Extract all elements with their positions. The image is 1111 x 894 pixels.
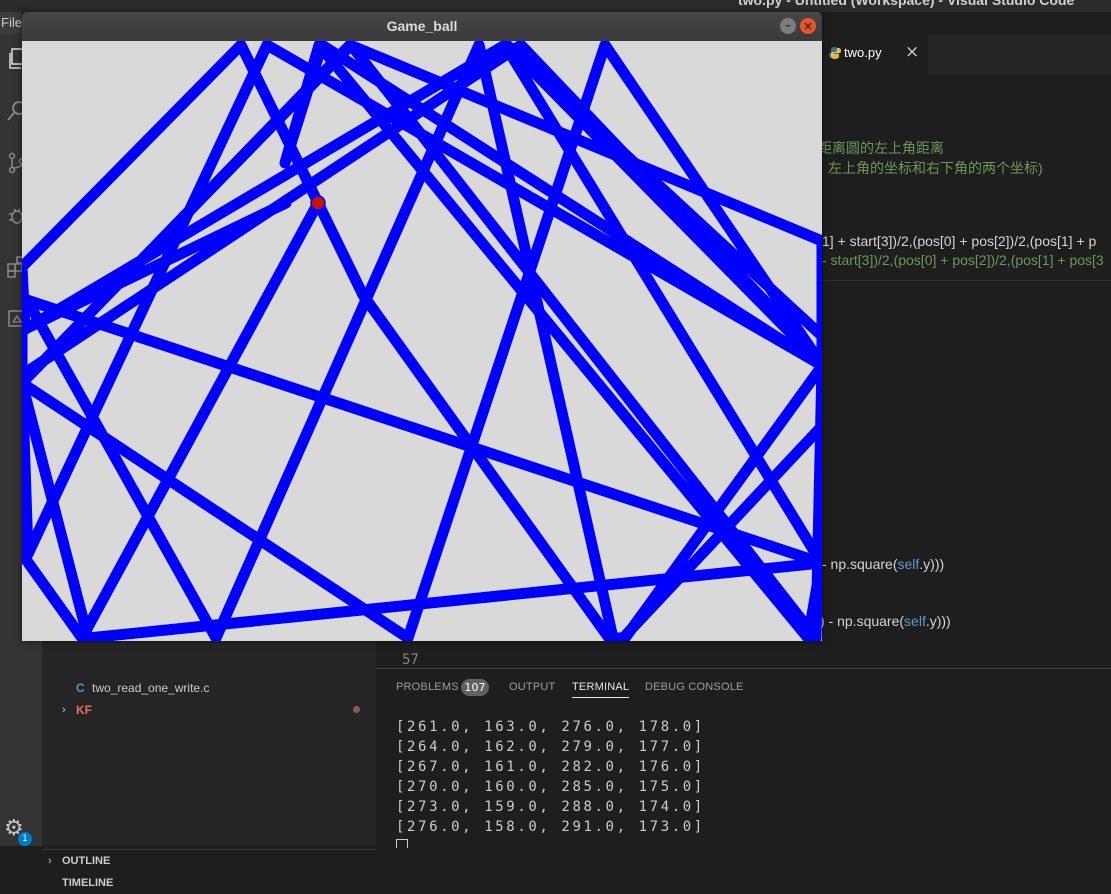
bottom-panel: PROBLEMS 107 OUTPUT TERMINAL DEBUG CONSO… — [376, 668, 1111, 848]
game-window-titlebar[interactable]: Game_ball – × — [22, 12, 822, 41]
code-comment-line-2: 左上角的坐标和右下角的两个坐标) — [828, 160, 1043, 176]
code-line-4: ) - np.square(self.y))) — [820, 613, 951, 629]
terminal-cursor — [396, 839, 408, 848]
chevron-right-icon: › — [48, 855, 52, 867]
outline-section-header[interactable]: › OUTLINE — [42, 849, 376, 872]
tab-close-icon[interactable]: × — [905, 42, 919, 62]
code-comment-line-1: 距离圆的左上角距离 — [818, 140, 944, 156]
terminal-line: [267.0, 161.0, 282.0, 176.0] — [396, 759, 705, 775]
code-line-2: - start[3])/2,(pos[0] + pos[2])/2,(pos[1… — [822, 252, 1104, 268]
code-text: .y))) — [925, 613, 951, 629]
terminal-line: [261.0, 163.0, 276.0, 178.0] — [396, 719, 705, 735]
menubar: File — [0, 12, 22, 34]
code-keyword: self — [897, 556, 920, 572]
settings-badge: 1 — [18, 832, 32, 846]
code-line-3: - np.square(self.y))) — [822, 556, 944, 572]
tab-output[interactable]: OUTPUT — [509, 681, 555, 693]
game-window: Game_ball – × — [22, 12, 822, 641]
file-item-label: two_read_one_write.c — [92, 681, 210, 695]
modified-dot-icon — [353, 706, 360, 713]
file-item-two-read-one-write[interactable]: C two_read_one_write.c — [42, 677, 376, 699]
problems-count-badge: 107 — [461, 679, 489, 696]
minimize-button[interactable]: – — [780, 18, 796, 34]
tab-debug-console[interactable]: DEBUG CONSOLE — [645, 681, 744, 693]
code-text: - np.square( — [822, 556, 898, 572]
folder-item-kf[interactable]: › KF — [42, 699, 376, 721]
code-text: ) - np.square( — [820, 613, 905, 629]
timeline-label: TIMELINE — [62, 877, 114, 889]
c-file-icon: C — [76, 681, 85, 695]
menu-file[interactable]: File — [1, 15, 22, 30]
vscode-titlebar: two.py - Untitled (Workspace) - Visual S… — [0, 0, 1111, 12]
chevron-right-icon: › — [62, 704, 66, 716]
ball-trail — [22, 41, 822, 641]
terminal-line: [264.0, 162.0, 279.0, 177.0] — [396, 739, 705, 755]
code-keyword: self — [904, 613, 926, 629]
close-button[interactable]: × — [800, 18, 816, 34]
tab-terminal[interactable]: TERMINAL — [572, 681, 630, 698]
editor-divider — [822, 280, 1111, 281]
panel-tabs: PROBLEMS 107 OUTPUT TERMINAL DEBUG CONSO… — [376, 669, 1111, 705]
folder-item-label: KF — [76, 703, 92, 717]
game-canvas[interactable] — [22, 41, 822, 641]
python-icon — [829, 47, 841, 59]
terminal-line: [276.0, 158.0, 291.0, 173.0] — [396, 819, 705, 835]
vscode-window-title: two.py - Untitled (Workspace) - Visual S… — [738, 0, 1075, 8]
tab-two-py[interactable]: two.py × — [822, 34, 928, 74]
code-line-1: 1] + start[3])/2,(pos[0] + pos[2])/2,(po… — [822, 233, 1097, 249]
tab-label: two.py — [844, 45, 882, 60]
terminal-line: [273.0, 159.0, 288.0, 174.0] — [396, 799, 705, 815]
game-ball — [310, 195, 326, 211]
outline-label: OUTLINE — [62, 855, 111, 867]
line-number-57: 57 — [402, 652, 419, 668]
terminal-line: [270.0, 160.0, 285.0, 175.0] — [396, 779, 705, 795]
code-text: .y))) — [919, 556, 945, 572]
timeline-section-header[interactable]: TIMELINE — [42, 872, 376, 894]
tab-problems[interactable]: PROBLEMS — [396, 681, 459, 693]
game-window-title: Game_ball — [386, 18, 458, 34]
